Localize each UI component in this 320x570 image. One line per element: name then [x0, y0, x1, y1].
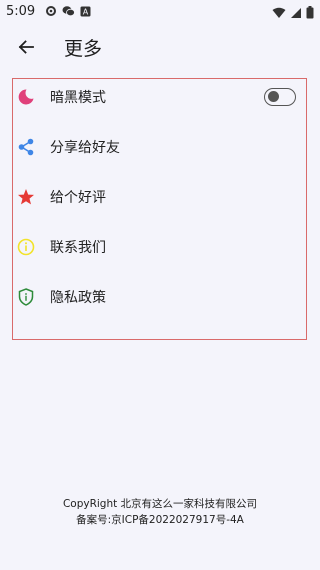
share-icon: [16, 137, 36, 157]
menu-item-label: 隐私政策: [50, 290, 106, 306]
moon-icon: [16, 87, 36, 107]
icp-record-text: 备案号:京ICP备2022027917号-4A: [76, 514, 244, 526]
menu-item-contact[interactable]: 联系我们: [13, 229, 306, 265]
status-time: 5:09: [6, 3, 36, 19]
menu-item-label: 暗黑模式: [50, 90, 106, 106]
arrow-left-icon: [18, 40, 34, 54]
app-bar: 更多: [0, 30, 320, 64]
menu-item-label: 分享给好友: [50, 140, 120, 156]
status-left-icons: A: [45, 2, 91, 21]
gear-icon: [45, 2, 57, 21]
star-icon: [16, 187, 36, 207]
status-right-icons: [272, 4, 314, 23]
dark-mode-toggle[interactable]: [264, 88, 296, 106]
app-notification-icon: A: [80, 2, 91, 21]
footer: CopyRight 北京有这么一家科技有限公司 备案号:京ICP备2022027…: [0, 496, 320, 528]
status-bar: 5:09 A: [0, 0, 320, 22]
menu-item-dark-mode[interactable]: 暗黑模式: [13, 79, 306, 115]
wechat-icon: [62, 2, 76, 21]
copyright-text: CopyRight 北京有这么一家科技有限公司: [62, 498, 258, 510]
wifi-icon: [272, 4, 286, 23]
page-title: 更多: [64, 37, 103, 60]
menu-item-share[interactable]: 分享给好友: [13, 129, 306, 165]
signal-icon: [290, 4, 302, 23]
menu-item-label: 给个好评: [50, 190, 106, 206]
battery-icon: [306, 4, 314, 23]
svg-text:A: A: [83, 7, 89, 16]
menu-item-label: 联系我们: [50, 240, 106, 256]
toggle-knob: [268, 91, 279, 102]
menu-item-rate[interactable]: 给个好评: [13, 179, 306, 215]
info-icon: [16, 237, 36, 257]
menu-item-privacy[interactable]: 隐私政策: [13, 279, 306, 315]
menu-list: 暗黑模式 分享给好友 给个好评 联系我们 隐私政策: [12, 78, 307, 340]
back-button[interactable]: [14, 35, 38, 59]
shield-icon: [16, 287, 36, 307]
